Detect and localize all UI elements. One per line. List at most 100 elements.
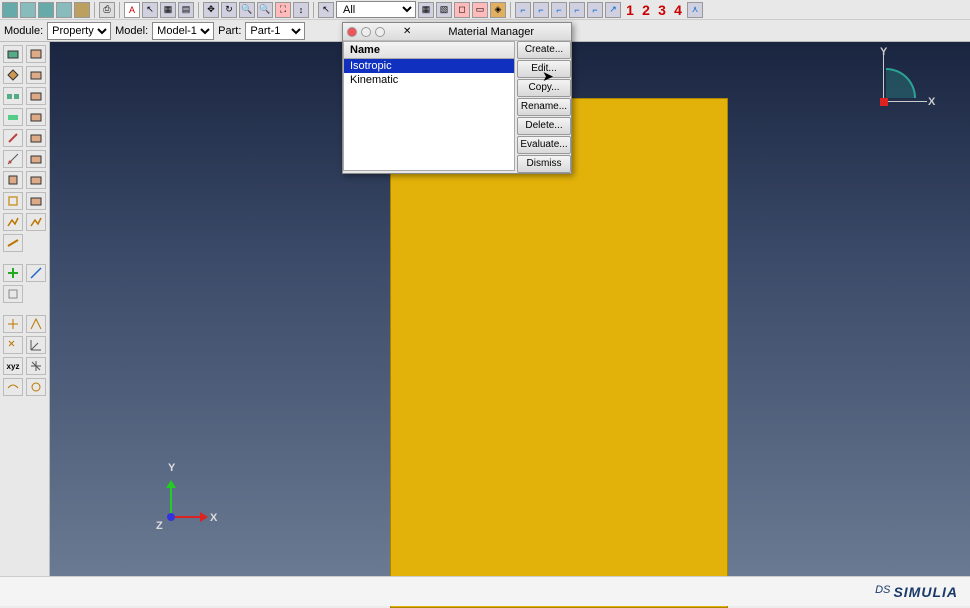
tb-icon[interactable]: [2, 2, 18, 18]
grid2-icon[interactable]: ▤: [178, 2, 194, 18]
delete-button[interactable]: Delete...: [517, 117, 571, 135]
pan-icon[interactable]: ✥: [203, 2, 219, 18]
close-icon[interactable]: [347, 27, 357, 37]
doc-icon: ✕: [403, 26, 411, 37]
axis-icon: [883, 52, 884, 98]
model-dropdown[interactable]: Model-1: [152, 22, 214, 40]
arc-icon: [886, 68, 916, 98]
tool-icon[interactable]: [3, 150, 23, 168]
tool-icon[interactable]: [26, 150, 46, 168]
sort-icon[interactable]: ↕: [293, 2, 309, 18]
maximize-icon[interactable]: [375, 27, 385, 37]
view-1[interactable]: 1: [623, 2, 637, 18]
zoom-out-icon[interactable]: 🔍: [257, 2, 273, 18]
dismiss-button[interactable]: Dismiss: [517, 155, 571, 173]
view-2[interactable]: 2: [639, 2, 653, 18]
tb-icon[interactable]: [20, 2, 36, 18]
view-4[interactable]: 4: [671, 2, 685, 18]
axis-icon[interactable]: ↗: [605, 2, 621, 18]
tool-icon[interactable]: [3, 108, 23, 126]
part-dropdown[interactable]: Part-1: [245, 22, 305, 40]
tool-icon[interactable]: [3, 87, 23, 105]
tb-icon[interactable]: ▦: [418, 2, 434, 18]
tool-icon[interactable]: [3, 234, 23, 252]
copy-button[interactable]: Copy...: [517, 79, 571, 97]
person-icon[interactable]: ⋏: [687, 2, 703, 18]
tool-icon[interactable]: [26, 315, 46, 333]
view-triad: Y X Z: [158, 468, 218, 528]
part-geometry[interactable]: [390, 98, 728, 608]
edit-button[interactable]: Edit...: [517, 60, 571, 78]
tool-icon[interactable]: [26, 213, 46, 231]
axis-icon[interactable]: ⌐: [569, 2, 585, 18]
rotate-icon[interactable]: ↻: [221, 2, 237, 18]
module-dropdown[interactable]: Property: [47, 22, 111, 40]
top-toolbar: ⎙ A ↖ ▦ ▤ ✥ ↻ 🔍 🔍 ⛶ ↕ ↖ All ▦ ▧ ◻ ▭ ◈ ⌐ …: [0, 0, 970, 20]
minimize-icon[interactable]: [361, 27, 371, 37]
tb-icon[interactable]: ▧: [436, 2, 452, 18]
list-item[interactable]: Kinematic: [344, 73, 514, 87]
material-manager-dialog: ✕ Material Manager Name Isotropic Kinema…: [342, 22, 572, 174]
tool-icon[interactable]: [26, 66, 46, 84]
tb-icon[interactable]: ◻: [454, 2, 470, 18]
grid-icon[interactable]: ▦: [160, 2, 176, 18]
tool-icon[interactable]: [26, 129, 46, 147]
y-arrow-icon: [166, 480, 176, 488]
brand-logo: DS SIMULIA: [875, 584, 958, 600]
material-list[interactable]: Isotropic Kinematic: [343, 59, 515, 171]
print-icon[interactable]: ⎙: [99, 2, 115, 18]
chain-icon[interactable]: [74, 2, 90, 18]
tool-icon[interactable]: [3, 171, 23, 189]
separator: [313, 2, 314, 18]
tool-icon[interactable]: [3, 213, 23, 231]
pointer-icon[interactable]: ↖: [142, 2, 158, 18]
tool-icon[interactable]: [3, 192, 23, 210]
model-label: Model:: [115, 25, 148, 37]
tb-icon[interactable]: ▭: [472, 2, 488, 18]
cube-icon[interactable]: ◈: [490, 2, 506, 18]
tool-icon[interactable]: [26, 336, 46, 354]
tool-section-icon[interactable]: [26, 45, 46, 63]
tool-icon[interactable]: [26, 357, 46, 375]
status-bar: DS SIMULIA: [0, 576, 970, 606]
zoom-in-icon[interactable]: 🔍: [239, 2, 255, 18]
rename-button[interactable]: Rename...: [517, 98, 571, 116]
orientation-triad[interactable]: Y X: [880, 50, 940, 120]
tool-material-icon[interactable]: [3, 45, 23, 63]
x-arrow-icon: [200, 512, 208, 522]
separator: [510, 2, 511, 18]
axis-icon[interactable]: ⌐: [515, 2, 531, 18]
x-label: X: [928, 96, 935, 108]
text-icon[interactable]: A: [124, 2, 140, 18]
tool-icon[interactable]: [26, 378, 46, 396]
add-icon[interactable]: [3, 264, 23, 282]
evaluate-button[interactable]: Evaluate...: [517, 136, 571, 154]
tb-icon[interactable]: [38, 2, 54, 18]
tool-icon[interactable]: [3, 285, 23, 303]
line-icon[interactable]: [26, 264, 46, 282]
list-header-name[interactable]: Name: [343, 41, 515, 59]
tool-icon[interactable]: [3, 66, 23, 84]
tool-icon[interactable]: [26, 192, 46, 210]
xyz-icon[interactable]: xyz: [3, 357, 23, 375]
tool-icon[interactable]: [26, 171, 46, 189]
select-icon[interactable]: ↖: [318, 2, 334, 18]
filter-dropdown[interactable]: All: [336, 1, 416, 18]
list-item[interactable]: Isotropic: [344, 59, 514, 73]
left-toolbox: xyz: [0, 42, 50, 576]
axis-icon[interactable]: ⌐: [533, 2, 549, 18]
fit-icon[interactable]: ⛶: [275, 2, 291, 18]
tool-icon[interactable]: [3, 336, 23, 354]
create-button[interactable]: Create...: [517, 41, 571, 59]
axis-icon[interactable]: ⌐: [551, 2, 567, 18]
tb-icon[interactable]: [56, 2, 72, 18]
tool-icon[interactable]: [3, 315, 23, 333]
separator: [119, 2, 120, 18]
view-3[interactable]: 3: [655, 2, 669, 18]
axis-icon[interactable]: ⌐: [587, 2, 603, 18]
tool-icon[interactable]: [3, 129, 23, 147]
tool-icon[interactable]: [26, 108, 46, 126]
dialog-titlebar[interactable]: ✕ Material Manager: [343, 23, 571, 41]
tool-icon[interactable]: [3, 378, 23, 396]
tool-icon[interactable]: [26, 87, 46, 105]
